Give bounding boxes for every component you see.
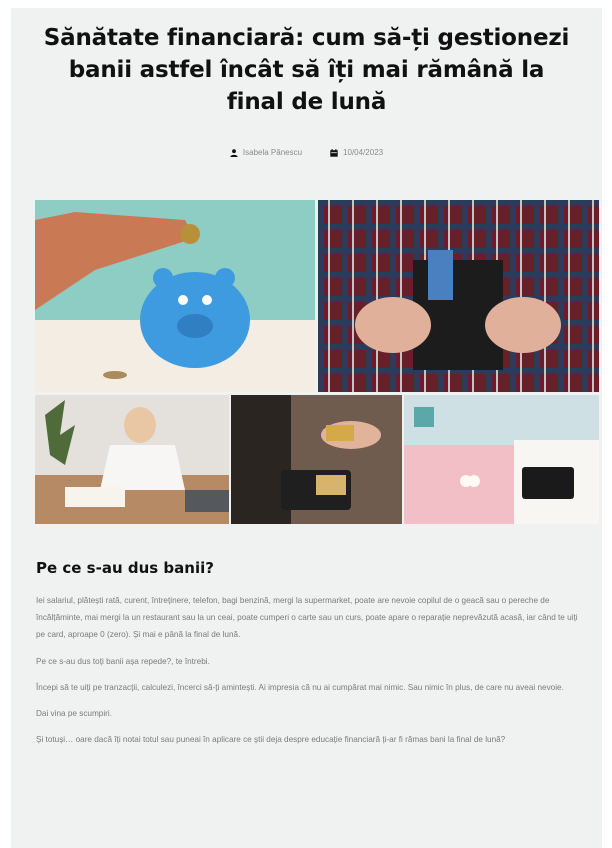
article-meta: Isabela Pănescu 10/04/2023 [11, 148, 602, 157]
paragraph: Dai vina pe scumpiri. [36, 709, 112, 719]
calendar-icon [330, 148, 338, 157]
piggy-bank-photo [35, 200, 315, 392]
author-meta[interactable]: Isabela Pănescu [230, 148, 302, 157]
photo-collage [35, 200, 599, 524]
paragraph: Iei salariul, plătești rată, curent, înt… [36, 596, 578, 640]
budget-desk-photo [404, 395, 599, 524]
woman-calculating-photo [35, 395, 229, 524]
user-icon [230, 148, 238, 157]
author-name[interactable]: Isabela Pănescu [243, 148, 302, 157]
wallet-photo [318, 200, 599, 392]
date-meta: 10/04/2023 [330, 148, 383, 157]
paragraph: Și totuși… oare dacă îți notai totul sau… [36, 735, 506, 745]
card-payment-photo [231, 395, 402, 524]
paragraph: Începi să te uiți pe tranzacții, calcule… [36, 682, 564, 692]
publish-date: 10/04/2023 [343, 148, 384, 157]
paragraph: Pe ce s-au dus toți banii așa repede?, t… [36, 656, 210, 666]
article-page: Sănătate financiară: cum să-ți gestionez… [11, 8, 602, 848]
article-title: Sănătate financiară: cum să-ți gestionez… [43, 25, 570, 115]
section-heading: Pe ce s-au dus banii? [36, 559, 214, 577]
article-body: Iei salariul, plătești rată, curent, înt… [36, 592, 584, 757]
